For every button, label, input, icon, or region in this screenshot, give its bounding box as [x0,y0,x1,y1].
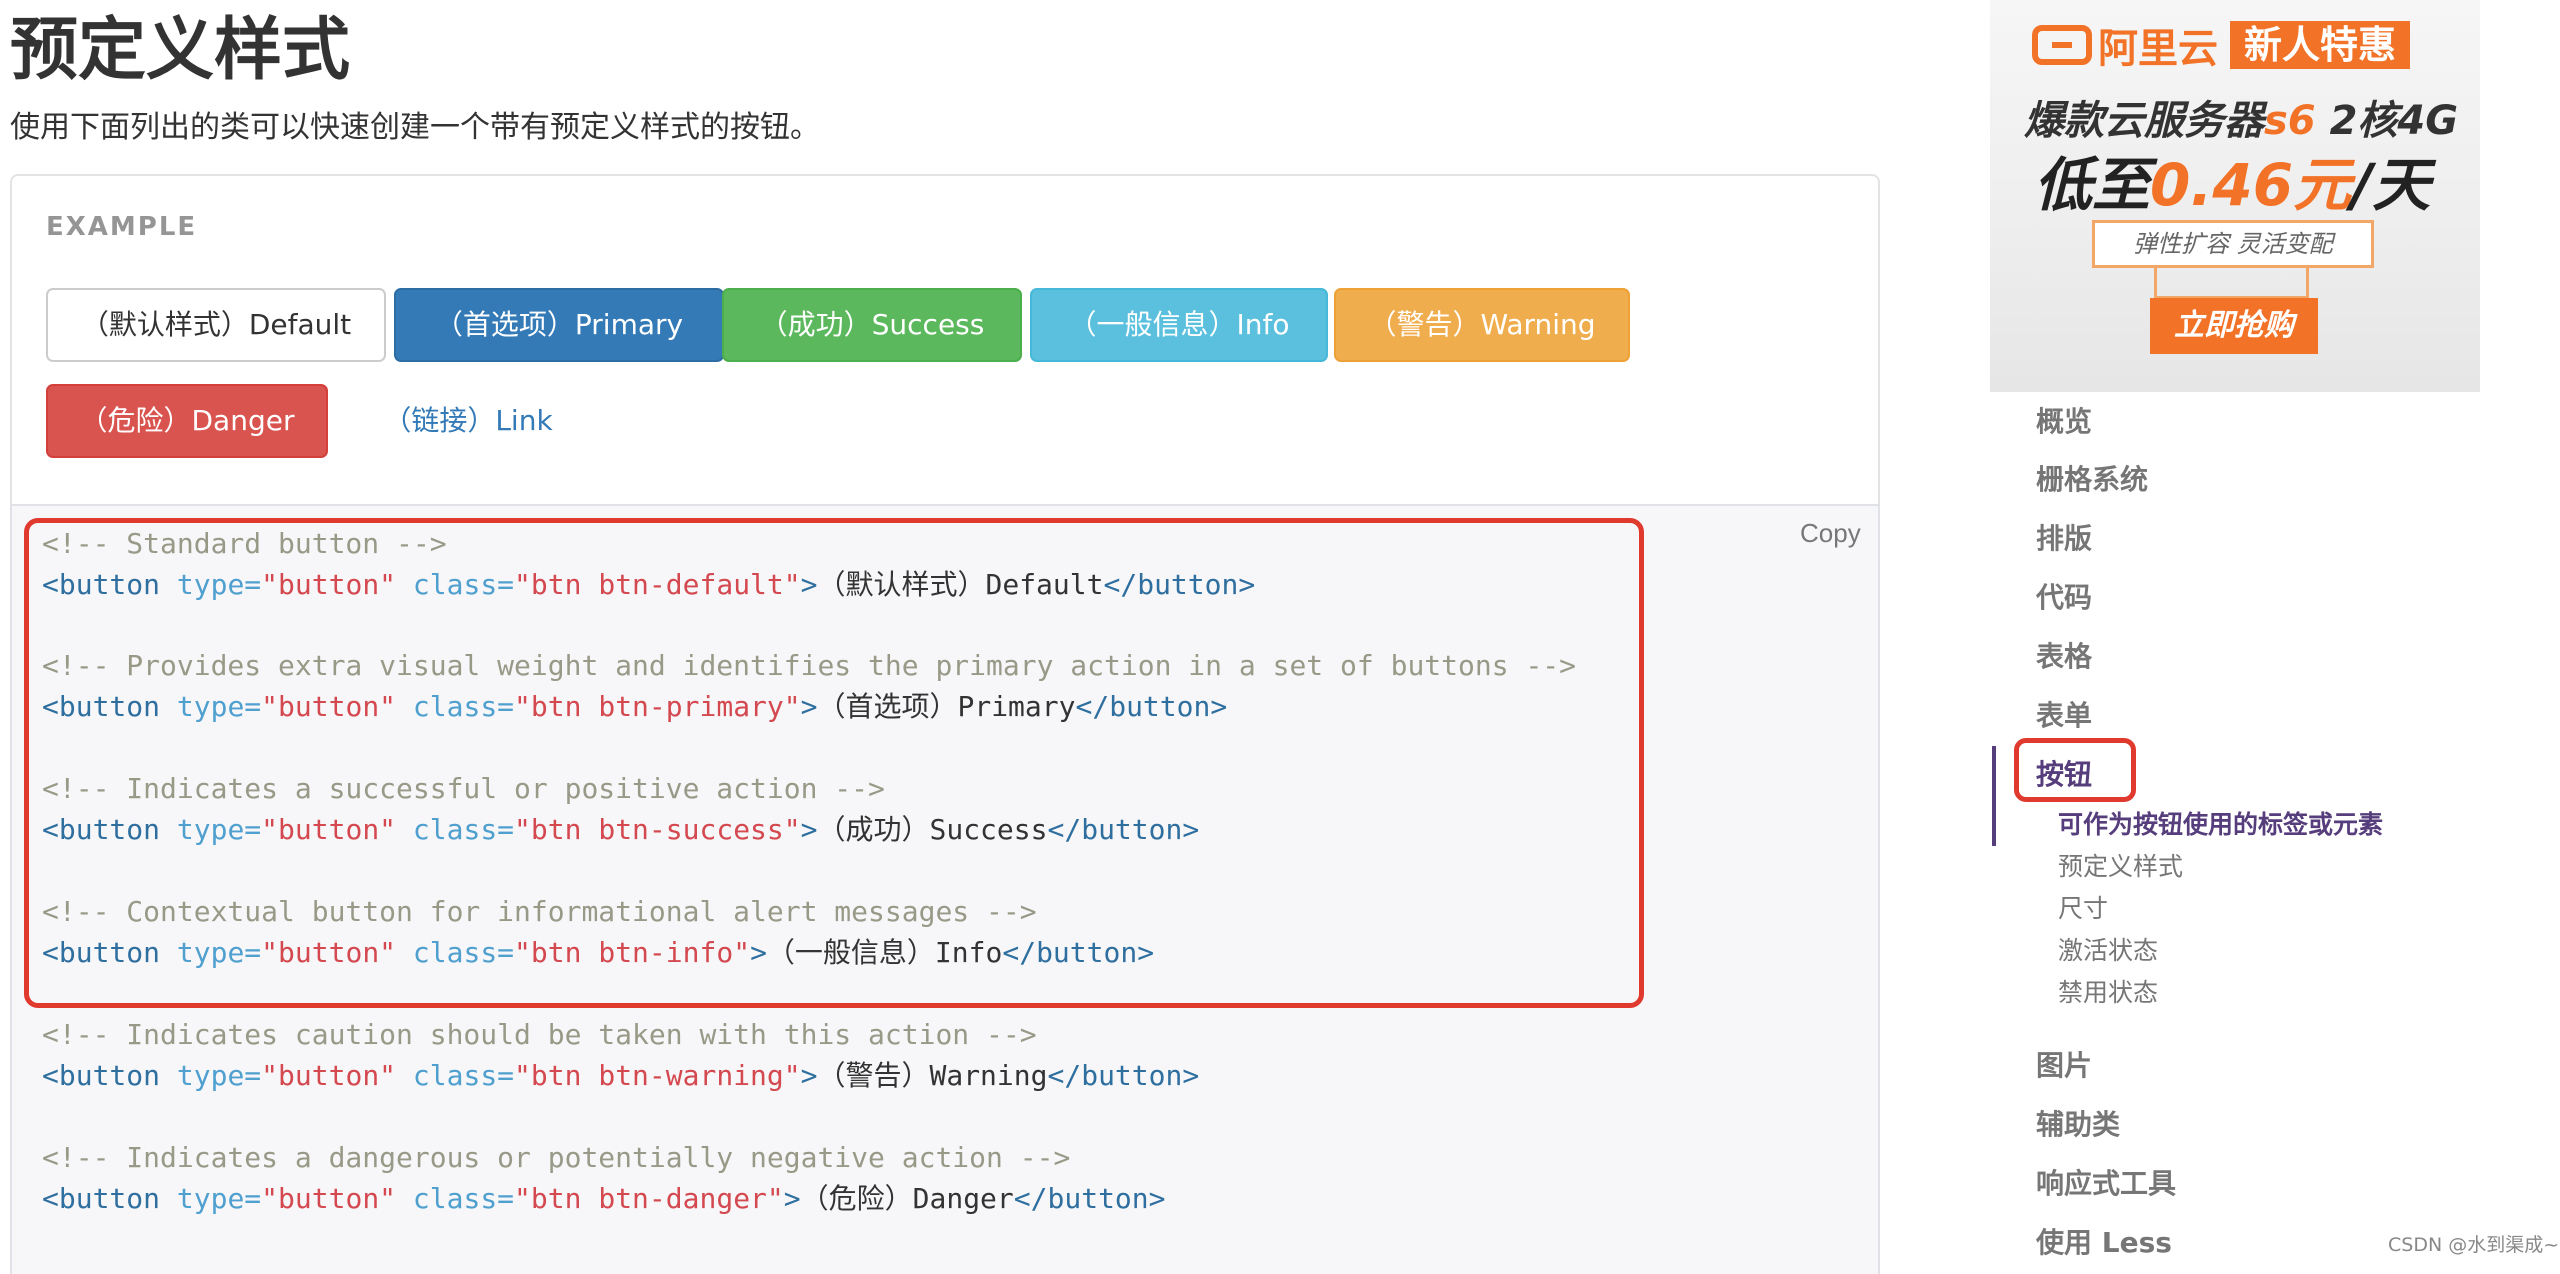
code-comment: <!-- Indicates caution should be taken w… [42,1015,1037,1055]
sidebar-item-overview[interactable]: 概览 [2036,402,2092,442]
sidebar-item-grid[interactable]: 栅格系统 [2036,460,2148,500]
ad-price-highlight: 0.46元 [2150,151,2352,219]
default-button[interactable]: （默认样式）Default [46,288,386,362]
attr-class-value: "btn btn-warning" [514,1059,801,1092]
comment-text: <!-- Indicates caution should be taken w… [42,1018,1037,1051]
tag-open: <button [42,1059,161,1092]
sidebar-item-typography[interactable]: 排版 [2036,519,2092,559]
attr-class: class= [412,1059,515,1092]
sidebar-item-images[interactable]: 图片 [2036,1046,2092,1086]
sidebar-subitem-options[interactable]: 预定义样式 [2058,849,2183,885]
danger-button[interactable]: （危险）Danger [46,384,328,458]
success-button[interactable]: （成功）Success [722,288,1022,362]
attr-class-value: "btn btn-danger" [514,1182,784,1215]
sidebar-item-forms[interactable]: 表单 [2036,696,2092,736]
button-text: （警告）Warning [817,1059,1048,1092]
attr-class: class= [412,1182,515,1215]
aliyun-logo-icon [2032,25,2092,65]
ad-price-suffix: /天 [2351,151,2431,219]
highlight-box-nav [2014,738,2136,802]
active-indicator [1992,746,1996,846]
sidebar-item-code[interactable]: 代码 [2036,578,2092,618]
button-text: （危险）Danger [800,1182,1014,1215]
page-intro: 使用下面列出的类可以快速创建一个带有预定义样式的按钮。 [10,110,820,145]
ad-connector [2154,268,2157,298]
example-label: EXAMPLE [46,212,198,242]
sidebar-subitem-button-tags[interactable]: 可作为按钮使用的标签或元素 [2058,807,2383,843]
code-line: <button type="button" class="btn btn-dan… [42,1179,1166,1219]
ad-brand-name: 阿里云 [2098,26,2218,72]
copy-button[interactable]: Copy [1800,518,1861,549]
ad-connector [2306,268,2309,298]
attr-type-value: "button" [261,1182,397,1215]
tag-gt: > [783,1182,801,1215]
ad-price: 低至0.46元/天 [2034,138,2430,222]
sidebar-subitem-active-state[interactable]: 激活状态 [2058,933,2158,969]
sidebar-item-helpers[interactable]: 辅助类 [2036,1105,2120,1145]
highlight-box-code [24,518,1644,1008]
ad-tag: 弹性扩容 灵活变配 [2092,220,2374,268]
ad-cta-button[interactable]: 立即抢购 [2150,298,2318,354]
sidebar-item-tables[interactable]: 表格 [2036,637,2092,677]
code-line: <button type="button" class="btn btn-war… [42,1056,1199,1096]
sidebar-item-less[interactable]: 使用 Less [2036,1223,2172,1263]
tag-close: </button> [1013,1182,1166,1215]
sidebar-item-responsive[interactable]: 响应式工具 [2036,1164,2176,1204]
tag-close: </button> [1047,1059,1200,1092]
attr-type-value: "button" [261,1059,397,1092]
ad-banner[interactable]: 阿里云 新人特惠 爆款云服务器s6 2核4G 低至0.46元/天 弹性扩容 灵活… [1990,0,2480,392]
ad-brand: 阿里云 新人特惠 [2032,20,2411,72]
link-button[interactable]: （链接）Link [348,384,588,458]
comment-text: <!-- Indicates a dangerous or potentiall… [42,1141,1071,1174]
warning-button[interactable]: （警告）Warning [1334,288,1630,362]
ad-badge: 新人特惠 [2230,21,2411,69]
example-box: EXAMPLE （默认样式）Default （首选项）Primary （成功）S… [10,174,1880,504]
page-title: 预定义样式 [10,11,351,90]
primary-button[interactable]: （首选项）Primary [394,288,724,362]
sidebar: 阿里云 新人特惠 爆款云服务器s6 2核4G 低至0.46元/天 弹性扩容 灵活… [1990,0,2560,1262]
sidebar-subitem-sizes[interactable]: 尺寸 [2058,891,2108,927]
code-comment: <!-- Indicates a dangerous or potentiall… [42,1138,1070,1178]
info-button[interactable]: （一般信息）Info [1030,288,1328,362]
tag-open: <button [42,1182,161,1215]
attr-type: type= [176,1182,262,1215]
tag-gt: > [800,1059,818,1092]
ad-price-prefix: 低至 [2034,151,2151,219]
sidebar-subitem-disabled-state[interactable]: 禁用状态 [2058,975,2158,1011]
watermark: CSDN @水到渠成~ [2388,1234,2560,1256]
attr-type: type= [176,1059,262,1092]
